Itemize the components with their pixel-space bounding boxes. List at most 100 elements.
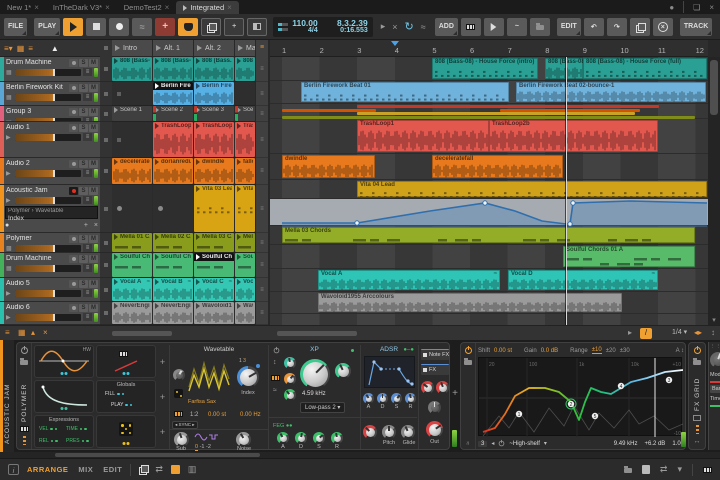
dashboard-button[interactable] (178, 17, 199, 36)
mute-button[interactable]: M (89, 123, 98, 132)
solo-button[interactable]: S (79, 279, 88, 288)
add-module-column[interactable]: + + + (156, 345, 169, 449)
detune-knob[interactable] (436, 381, 449, 394)
eq-preset-icon[interactable] (464, 358, 472, 365)
sync-tag[interactable]: ◂ SYNC ▸ (172, 421, 198, 429)
launcher-clip[interactable]: Mella (235, 233, 255, 252)
fx-grid-device-strip[interactable]: FX GRID ↔ (688, 342, 706, 450)
arranger-clip[interactable]: TrashLoop1 (357, 120, 489, 152)
track-io-button[interactable]: ≡ (83, 313, 92, 321)
redo-button[interactable]: ↷ (606, 17, 627, 36)
envelope-module[interactable] (34, 380, 94, 413)
record-arm-button[interactable] (69, 123, 78, 132)
solo-button[interactable]: S (79, 303, 88, 312)
track-io-button[interactable]: ≡ (83, 264, 92, 272)
record-arm-button[interactable] (69, 58, 78, 67)
track-header[interactable]: Drum Machine S M ▦ ≡ (0, 253, 100, 278)
document-tab[interactable]: InTheDark V3* × (46, 0, 117, 14)
expand-icon[interactable]: ▴ (31, 328, 35, 337)
add-device-button[interactable]: + (450, 388, 460, 399)
arranger-clip[interactable]: Vocal D ≈ (508, 270, 658, 290)
filter-type-dropdown[interactable]: Low-pass 2 ▾ (300, 402, 346, 413)
unison-knob[interactable] (421, 381, 434, 394)
xp-filter-section[interactable]: XP ↕ ≈ 4.59 kHz Low-pass 2 ▾ FEG ●● A D … (268, 345, 360, 450)
launcher-clip[interactable]: TrashLoop2b (194, 122, 234, 157)
automation-lane[interactable] (270, 199, 708, 227)
import-icon[interactable]: ▾ (677, 464, 682, 475)
position-display[interactable]: 8.3.2.39 0:16.553 (322, 19, 368, 35)
snap-setting[interactable]: 1/4 ▾ (672, 328, 687, 336)
play-menu-button[interactable]: PLAY (34, 17, 61, 36)
touch-icon[interactable]: ≈ (419, 22, 428, 32)
eq-gain-value[interactable]: 0.0 dB (541, 348, 558, 354)
xp-knob-3[interactable] (284, 389, 296, 401)
tempo-display[interactable]: 110.00 4/4 (292, 19, 318, 35)
eq-band-gain[interactable]: +6.2 dB (644, 441, 665, 447)
time-value[interactable]: 0:16.553 (340, 27, 368, 34)
arranger-lane[interactable]: Wavoloid1955 Arccolours (270, 292, 708, 314)
clip-play-icon[interactable] (155, 159, 159, 165)
tab-close-icon[interactable]: × (34, 3, 39, 12)
solo-button[interactable]: S (79, 234, 88, 243)
mute-button[interactable]: M (89, 159, 98, 168)
xp-keytrack-icon[interactable] (271, 375, 280, 381)
clip-play-icon[interactable] (196, 303, 200, 309)
arranger-lane[interactable]: Vita 04 Lead (270, 180, 708, 199)
grid-icon[interactable]: ▦ (18, 328, 26, 337)
launcher-clip[interactable]: Soulf (235, 253, 255, 277)
row-options-icon[interactable]: ≡ (256, 253, 268, 278)
glide-knob[interactable] (401, 425, 415, 439)
launcher-clip[interactable]: Wav (235, 302, 255, 324)
clip-play-icon[interactable] (155, 123, 159, 129)
track-io-button[interactable]: ≡ (83, 169, 92, 177)
tab-close-icon[interactable]: × (105, 3, 110, 12)
track-stop-button[interactable] (104, 287, 108, 292)
clip-play-icon[interactable] (237, 58, 241, 64)
wt-semitone-value[interactable]: 0.00 st (208, 412, 226, 418)
solo-button[interactable]: S (79, 107, 88, 116)
bar-button[interactable]: Bar (710, 385, 720, 393)
piano-panel-icon[interactable] (703, 466, 712, 473)
track-height-icon[interactable]: ≡ (5, 328, 10, 337)
clip-play-icon[interactable] (155, 83, 159, 89)
feg-r-knob[interactable] (331, 432, 343, 444)
arranger-timeline[interactable]: 808 (Bass-08) - House Force (intro) 808 (… (270, 57, 708, 325)
arranger-clip[interactable]: Wavoloid1955 Arccolours (318, 293, 622, 312)
track-header[interactable]: Drum Machine S M ▦ ≡ (0, 57, 100, 82)
track-header[interactable]: Audio 5 S M ▶ ≡ (0, 278, 100, 302)
automation-param-panel[interactable]: Polymer › Wavetable Index (5, 206, 98, 222)
launcher-clip[interactable]: 808 (Bass-... (153, 57, 193, 81)
partial-right-device[interactable]: ⋮⋮ Perf Mod De Bar Timeba (708, 342, 720, 450)
solo-button[interactable]: S (79, 83, 88, 92)
arranger-clip[interactable]: 808 (Bass-08) - House Force (full) (583, 58, 707, 79)
feg-s-knob[interactable] (313, 432, 325, 444)
keytrack-icon[interactable] (174, 411, 183, 417)
arranger-clip[interactable]: TrashLoop2b (489, 120, 658, 152)
eq-range-20[interactable]: ±20 (606, 348, 616, 354)
arranger-hscroll-thumb[interactable] (277, 331, 357, 336)
clip-play-icon[interactable] (237, 254, 241, 260)
launcher-clip[interactable]: dwindle (194, 158, 234, 184)
eq-range-30[interactable]: ±30 (620, 348, 630, 354)
adsr-a-knob[interactable] (363, 393, 374, 404)
track-header[interactable]: Berlin Firework Kit S M ▦ ≡ (0, 82, 100, 106)
group-scene-clip[interactable]: Scene 3 (194, 106, 234, 121)
eq-band-freq[interactable]: 9.49 kHz (614, 441, 638, 447)
launcher-clip[interactable]: NeverEngin... (153, 302, 193, 324)
eq-graph[interactable]: 20 100 1k 10k +10 -10 1 2 5 4 3 (478, 357, 683, 437)
scene-header[interactable]: Intro (112, 40, 152, 56)
scene-header[interactable]: Main (235, 40, 255, 56)
clip-play-icon[interactable] (196, 83, 200, 89)
mix-knob[interactable] (428, 401, 441, 414)
xp-knob-2[interactable] (284, 373, 296, 385)
add-effect-track-button[interactable]: ~ (506, 17, 527, 36)
pitch-knob[interactable] (382, 425, 396, 439)
cutoff-value[interactable]: 4.59 kHz (302, 391, 326, 397)
track-header[interactable]: Acoustic Jam S M ▶ ≡ Polymer › Wavetable Index… (0, 185, 100, 233)
track-stop-button[interactable] (104, 111, 108, 116)
scene-play-icon[interactable] (156, 45, 161, 51)
time-signature[interactable]: 4/4 (308, 27, 318, 34)
track-stop-button[interactable] (104, 311, 108, 315)
volume-fader[interactable] (15, 264, 81, 272)
record-arm-button[interactable] (69, 186, 78, 195)
